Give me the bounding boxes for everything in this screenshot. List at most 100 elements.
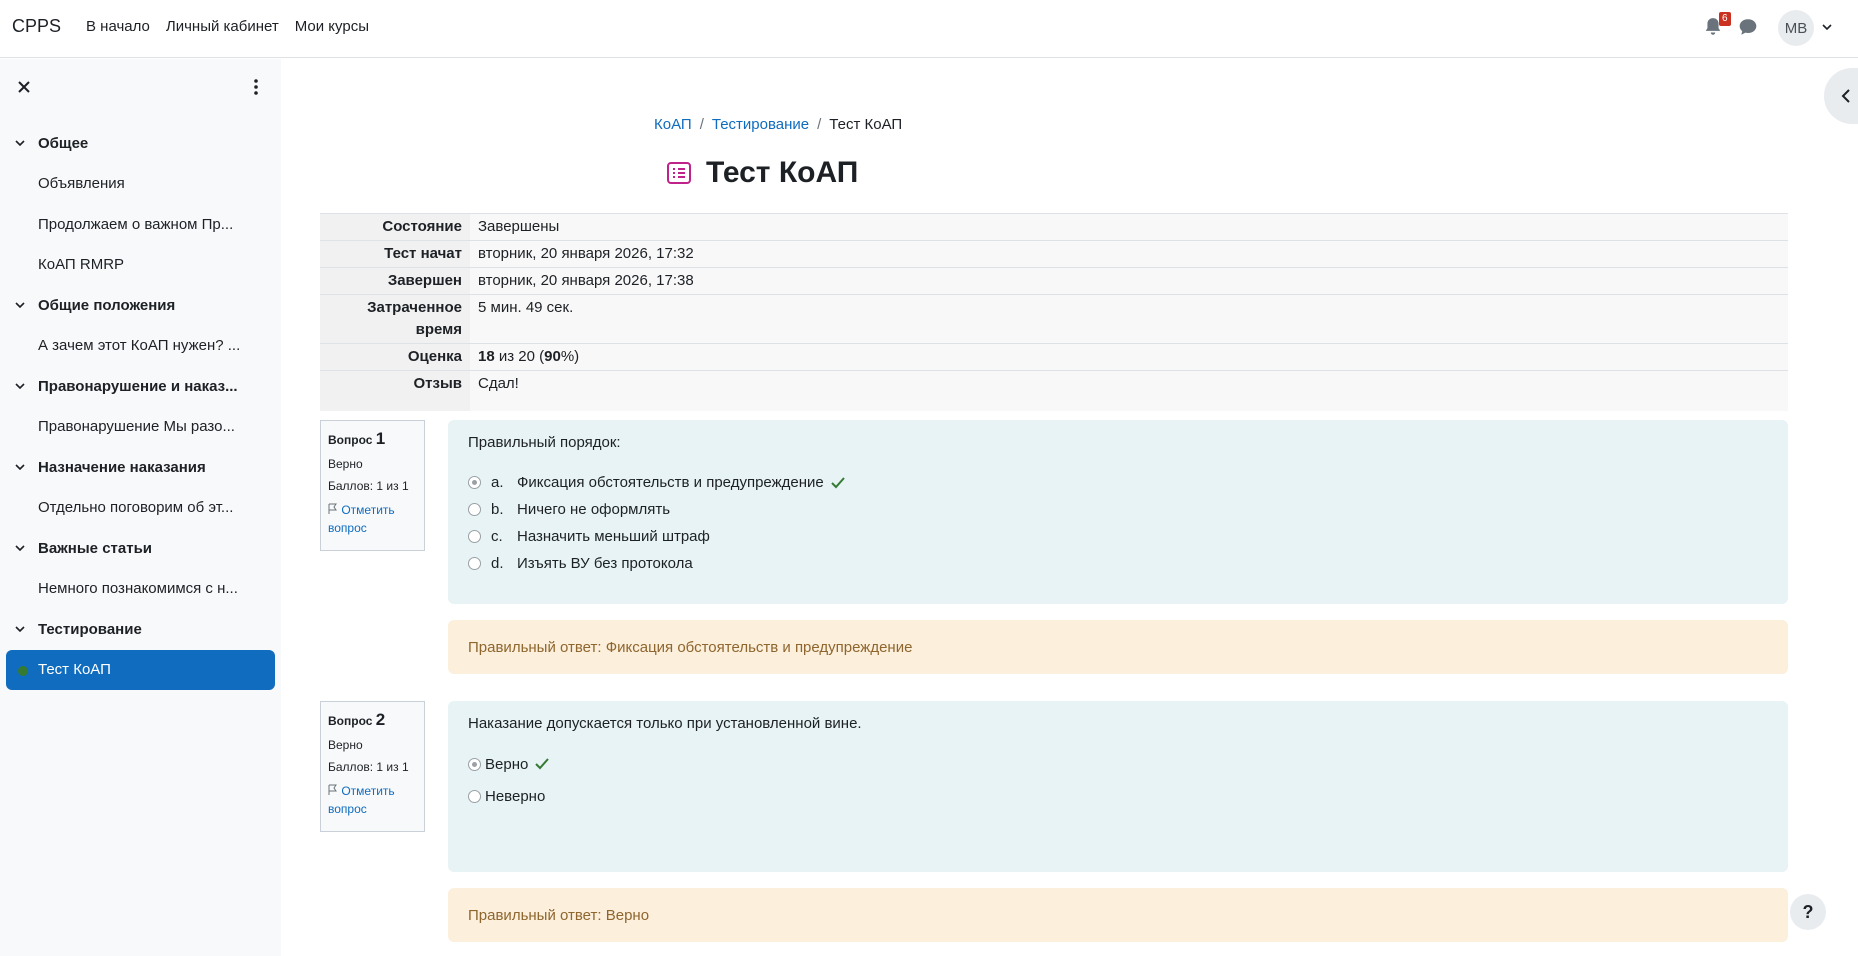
open-block-drawer-button[interactable] [1824, 68, 1858, 124]
question-text: Правильный порядок: [468, 434, 621, 451]
question-text: Наказание допускается только при установ… [468, 715, 862, 732]
nav-link-home[interactable]: В начало [86, 18, 150, 35]
answer-option[interactable]: b. Ничего не оформлять [468, 496, 1768, 523]
answer-option[interactable]: Неверно [468, 780, 1768, 812]
summary-label: Состояние [320, 213, 470, 241]
question-prefix: Вопрос [328, 714, 373, 728]
nav-link-my-courses[interactable]: Мои курсы [295, 18, 369, 35]
course-index-sidebar: Общее Объявления Продолжаем о важном Пр.… [0, 59, 281, 956]
course-item[interactable]: Объявления [0, 164, 281, 205]
section-general-provisions[interactable]: Общие положения [0, 285, 281, 326]
answer-option[interactable]: d. Изъять ВУ без протокола [468, 550, 1768, 577]
nav-link-dashboard[interactable]: Личный кабинет [166, 18, 279, 35]
question-number-value: 2 [375, 710, 386, 729]
flag-question-link[interactable]: Отметить вопрос [328, 782, 417, 818]
page-title: Тест КоАП [706, 156, 859, 189]
summary-value: вторник, 20 января 2026, 17:38 [470, 267, 1788, 295]
grade-out-of: из 20 ( [494, 348, 545, 365]
correct-check-icon [831, 476, 845, 488]
summary-value-grade: 18 из 20 (90%) [470, 343, 1788, 371]
answer-option[interactable]: a. Фиксация обстоятельств и предупрежден… [468, 469, 1768, 496]
course-item-active[interactable]: Тест КоАП [6, 649, 275, 690]
summary-row: Отзыв Сдал! [320, 370, 1788, 411]
radio-button[interactable] [468, 557, 481, 570]
summary-label: Отзыв [320, 370, 470, 411]
flag-icon [328, 784, 337, 795]
question-feedback-2: Правильный ответ: Верно [448, 888, 1788, 942]
chevron-down-icon[interactable] [14, 623, 26, 635]
radio-button[interactable] [468, 789, 481, 803]
messages-icon[interactable] [1738, 17, 1758, 37]
summary-value: Сдал! [470, 370, 1788, 411]
breadcrumb-current: Тест КоАП [829, 116, 903, 133]
question-info-2: Вопрос 2 Верно Баллов: 1 из 1 Отметить в… [320, 701, 425, 832]
correct-answer-text: Правильный ответ: Фиксация обстоятельств… [468, 638, 913, 656]
section-label: Тестирование [38, 620, 142, 638]
chevron-down-icon[interactable] [14, 299, 26, 311]
section-label: Общее [38, 134, 89, 152]
radio-button[interactable] [468, 757, 481, 771]
user-initials: MB [1784, 19, 1808, 37]
question-info-1: Вопрос 1 Верно Баллов: 1 из 1 Отметить в… [320, 420, 425, 551]
answer-option[interactable]: c. Назначить меньший штраф [468, 523, 1768, 550]
close-icon[interactable] [14, 77, 34, 97]
summary-label: Тест начат [320, 240, 470, 268]
answer-letter: b. [491, 501, 504, 518]
answer-text: Верно [485, 755, 529, 773]
question-number-value: 1 [375, 429, 386, 448]
summary-row: Оценка 18 из 20 (90%) [320, 343, 1788, 371]
question-number: Вопрос 1 [328, 429, 417, 449]
section-punishment[interactable]: Назначение наказания [0, 447, 281, 488]
correct-answer-text: Правильный ответ: Верно [468, 906, 650, 924]
course-item[interactable]: Правонарушение Мы разо... [0, 407, 281, 448]
course-item[interactable]: Отдельно поговорим об эт... [0, 488, 281, 529]
breadcrumb-link-section[interactable]: Тестирование [712, 116, 809, 133]
summary-row: Состояние Завершены [320, 213, 1788, 241]
question-state: Верно [328, 738, 363, 752]
site-brand[interactable]: CPPS [12, 16, 61, 37]
grade-score: 18 [478, 348, 495, 365]
summary-label: Оценка [320, 343, 470, 371]
summary-value: вторник, 20 января 2026, 17:32 [470, 240, 1788, 268]
section-label: Общие положения [38, 296, 176, 314]
course-item-label: Тест КоАП [38, 661, 111, 679]
radio-button[interactable] [468, 503, 481, 516]
section-testing[interactable]: Тестирование [0, 609, 281, 650]
chevron-down-icon[interactable] [14, 137, 26, 149]
answer-letter: c. [491, 528, 503, 545]
chevron-down-icon[interactable] [1820, 20, 1834, 34]
more-options-icon[interactable] [246, 77, 266, 97]
answer-option[interactable]: Верно [468, 748, 1768, 780]
section-important-articles[interactable]: Важные статьи [0, 528, 281, 569]
grade-suffix: %) [560, 348, 580, 365]
course-item[interactable]: А зачем этот КоАП нужен? ... [0, 326, 281, 367]
course-item[interactable]: Продолжаем о важном Пр... [0, 204, 281, 245]
summary-value: 5 мин. 49 сек. [470, 294, 1788, 344]
attempt-summary-table: Состояние Завершены Тест начат вторник, … [320, 213, 1788, 411]
radio-button[interactable] [468, 530, 481, 543]
chevron-down-icon[interactable] [14, 380, 26, 392]
summary-label: Затраченное время [320, 294, 470, 344]
answer-letter: a. [491, 474, 504, 491]
section-label: Правонарушение и наказ... [38, 377, 238, 395]
section-offense[interactable]: Правонарушение и наказ... [0, 366, 281, 407]
help-button[interactable]: ? [1790, 894, 1826, 930]
answer-text: Ничего не оформлять [517, 501, 671, 518]
breadcrumb: КоАП / Тестирование / Тест КоАП [654, 116, 902, 133]
flag-question-label: Отметить вопрос [328, 784, 395, 816]
flag-question-link[interactable]: Отметить вопрос [328, 501, 417, 537]
user-avatar[interactable]: MB [1778, 10, 1814, 46]
radio-button[interactable] [468, 476, 481, 489]
completion-dot-icon [18, 665, 28, 676]
answer-text: Назначить меньший штраф [517, 528, 710, 545]
summary-value: Завершены [470, 213, 1788, 241]
course-item[interactable]: Немного познакомимся с н... [0, 569, 281, 610]
course-item[interactable]: КоАП RMRP [0, 245, 281, 286]
summary-row: Тест начат вторник, 20 января 2026, 17:3… [320, 240, 1788, 268]
page-header: Тест КоАП [666, 156, 858, 190]
chevron-down-icon[interactable] [14, 542, 26, 554]
breadcrumb-link-course[interactable]: КоАП [654, 116, 692, 133]
section-general[interactable]: Общее [0, 123, 281, 164]
question-number: Вопрос 2 [328, 710, 417, 730]
chevron-down-icon[interactable] [14, 461, 26, 473]
